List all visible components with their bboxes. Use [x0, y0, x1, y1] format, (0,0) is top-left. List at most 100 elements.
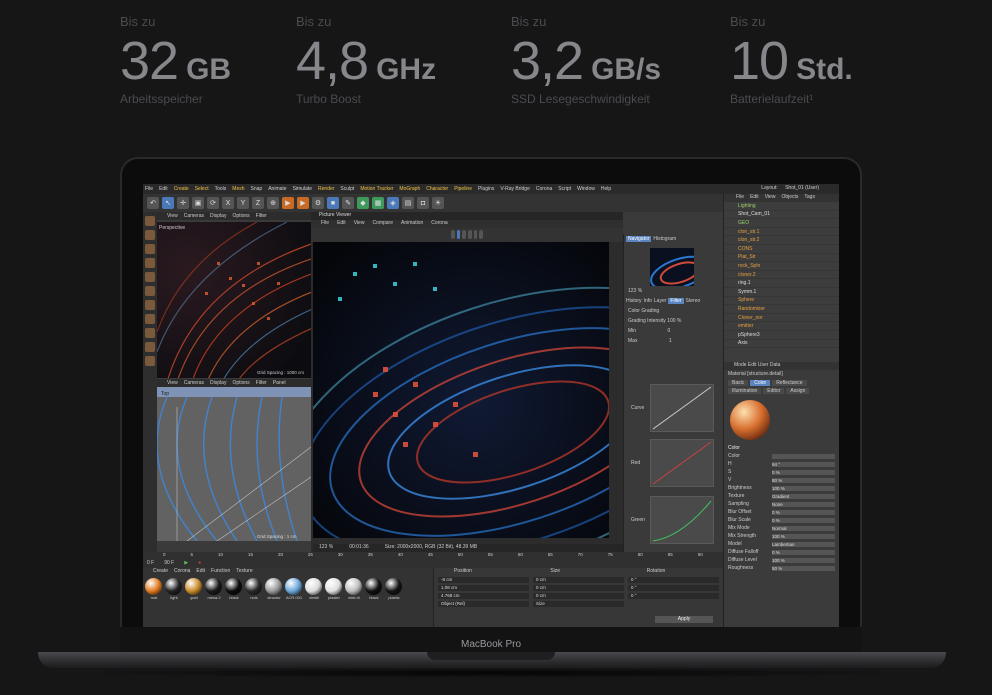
object-row[interactable]: emitter	[724, 322, 839, 331]
object-row[interactable]: Plat_Str	[724, 254, 839, 263]
attribute-value[interactable]: 100 %	[772, 533, 835, 539]
pv-tool-icon[interactable]	[479, 230, 484, 239]
navigator-thumbnail[interactable]	[650, 248, 694, 286]
material-swatch[interactable]: light	[165, 578, 183, 602]
object-row[interactable]: clon_str.2	[724, 236, 839, 245]
coordinate-field[interactable]: 4.768 cm	[438, 593, 529, 599]
object-row[interactable]: rock_Spln	[724, 262, 839, 271]
viewport-menu-item[interactable]: Options	[232, 380, 249, 386]
attribute-tab[interactable]: Editor	[763, 388, 785, 394]
om-menu-item[interactable]: Objects	[781, 194, 798, 202]
mm-menu-item[interactable]: Corona	[174, 568, 190, 576]
om-menu-item[interactable]: Edit	[750, 194, 759, 202]
light-icon[interactable]: ☀	[432, 197, 444, 209]
tab-navigator[interactable]: Navigator	[626, 236, 652, 242]
om-menu-item[interactable]: Tags	[804, 194, 815, 202]
edges-mode-icon[interactable]	[145, 272, 155, 282]
texture-mode-icon[interactable]	[145, 230, 155, 240]
attribute-tab[interactable]: Basic	[728, 380, 749, 386]
z-axis-button[interactable]: Z	[252, 197, 264, 209]
coordinate-field[interactable]: 0 °	[628, 593, 719, 599]
attribute-tab[interactable]: Reflectance	[772, 380, 807, 386]
menu-item[interactable]: Window	[577, 186, 595, 192]
object-row[interactable]: ring.1	[724, 279, 839, 288]
menu-item[interactable]: Corona	[536, 186, 552, 192]
pv-menu-item[interactable]: View	[354, 220, 365, 228]
tweak-mode-icon[interactable]	[145, 314, 155, 324]
coordinate-field[interactable]: 0 °	[628, 585, 719, 591]
menu-item[interactable]: Tools	[215, 186, 227, 192]
material-swatch[interactable]: elek.hi	[345, 578, 363, 602]
menu-item[interactable]: Pipeline	[454, 186, 472, 192]
attribute-value[interactable]: 0 %	[772, 469, 835, 475]
menu-item[interactable]: Script	[558, 186, 571, 192]
pv-tool-icon[interactable]	[473, 230, 478, 239]
material-swatch[interactable]: gold	[185, 578, 203, 602]
min-field[interactable]: 0	[667, 328, 670, 334]
menu-item[interactable]: MoGraph	[399, 186, 420, 192]
tab-histogram[interactable]: Histogram	[653, 236, 676, 242]
scale-tool-icon[interactable]: ▣	[192, 197, 204, 209]
coordinate-field[interactable]: 1.08 cm	[438, 585, 529, 591]
viewport-menu-item[interactable]: View	[167, 380, 178, 386]
layout-selector[interactable]: Layout: Shot_01 (User)	[761, 185, 825, 191]
coordinate-field[interactable]: 0 cm	[533, 577, 624, 583]
menu-item[interactable]: V-Ray Bridge	[500, 186, 529, 192]
navigator-zoom[interactable]: 123 %	[624, 286, 721, 296]
menu-item[interactable]: Snap	[251, 186, 263, 192]
menu-item[interactable]: Edit	[159, 186, 168, 192]
attribute-value[interactable]: 0 %	[772, 517, 835, 523]
deformer-icon[interactable]: ◈	[387, 197, 399, 209]
mm-menu-item[interactable]: Function	[211, 568, 230, 576]
menu-item[interactable]: Simulate	[293, 186, 312, 192]
attribute-value[interactable]: 100 %	[772, 485, 835, 491]
workplane-lock-icon[interactable]	[145, 356, 155, 366]
coordinate-field[interactable]: 0 cm	[533, 585, 624, 591]
attribute-value[interactable]: 94 °	[772, 461, 835, 467]
tab-stereo[interactable]: Stereo	[686, 298, 701, 304]
viewport-menu-item[interactable]: Cameras	[184, 213, 204, 219]
menu-item[interactable]: Sculpt	[340, 186, 354, 192]
viewport-menu-item[interactable]: Options	[232, 213, 249, 219]
object-row[interactable]: Cloner_nor	[724, 314, 839, 323]
move-tool-icon[interactable]: ✛	[177, 197, 189, 209]
attribute-tab[interactable]: Illumination	[728, 388, 762, 394]
attribute-value[interactable]	[772, 453, 835, 459]
attribute-value[interactable]: 0 %	[772, 509, 835, 515]
snap-icon[interactable]	[145, 328, 155, 338]
attribute-tab[interactable]: Assign	[786, 388, 810, 394]
end-frame-field[interactable]: 90 F	[164, 560, 174, 566]
pv-zoom[interactable]: 123 %	[319, 544, 333, 552]
rendered-image[interactable]	[313, 242, 609, 538]
top-viewport[interactable]: Top Grid Spacing : 1 cm	[157, 387, 311, 541]
record-icon[interactable]: ●	[198, 560, 201, 566]
color-grading-section[interactable]: Color Grading	[624, 306, 721, 316]
polygons-mode-icon[interactable]	[145, 286, 155, 296]
pv-menu-item[interactable]: Edit	[337, 220, 346, 228]
object-row[interactable]: Symm.1	[724, 288, 839, 297]
current-frame-field[interactable]: 0 F	[147, 560, 154, 566]
material-swatch[interactable]: black	[225, 578, 243, 602]
object-row[interactable]: CONS	[724, 245, 839, 254]
mm-menu-item[interactable]: Texture	[236, 568, 252, 576]
object-row[interactable]: Randomizer	[724, 305, 839, 314]
camera-icon[interactable]: ◘	[417, 197, 429, 209]
pv-tool-icon[interactable]	[468, 230, 472, 239]
attribute-value[interactable]: 50 %	[772, 565, 835, 571]
max-field[interactable]: 1	[669, 338, 672, 344]
material-swatch[interactable]: plaster	[325, 578, 343, 602]
viewport-menu-item[interactable]: Cameras	[184, 380, 204, 386]
play-icon[interactable]: ▶	[184, 560, 188, 566]
size-mode-select[interactable]: Size	[533, 601, 624, 607]
y-axis-button[interactable]: Y	[237, 197, 249, 209]
undo-icon[interactable]: ↶	[147, 197, 159, 209]
model-mode-icon[interactable]	[145, 216, 155, 226]
menu-item[interactable]: Plugins	[478, 186, 494, 192]
attribute-value[interactable]: 80 %	[772, 477, 835, 483]
tab-filter[interactable]: Filter	[668, 298, 684, 304]
material-swatch[interactable]: ACR.001	[285, 578, 303, 602]
red-curve-graph[interactable]: Red	[631, 439, 714, 487]
material-preview[interactable]	[730, 400, 770, 440]
axis-mode-icon[interactable]	[145, 300, 155, 310]
attribute-value[interactable]: Gradient	[772, 493, 835, 499]
